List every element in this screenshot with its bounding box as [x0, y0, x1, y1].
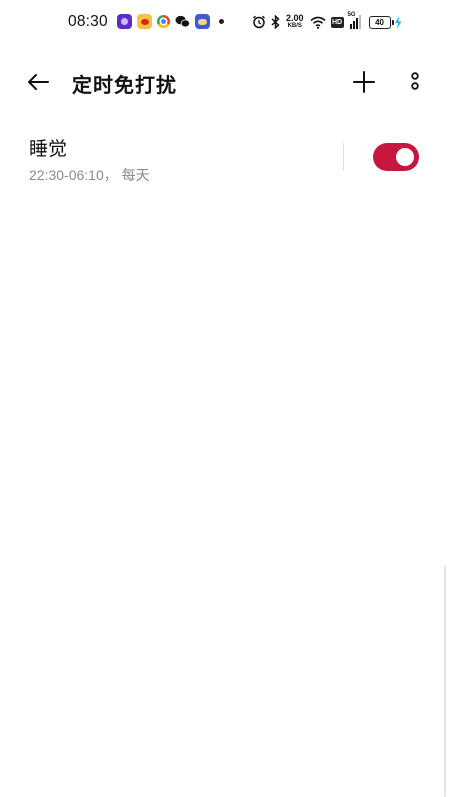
plus-icon: [353, 71, 375, 93]
notification-icons: [117, 14, 228, 29]
status-time: 08:30: [68, 13, 108, 30]
scrollbar[interactable]: [444, 565, 446, 797]
network-type-label: 5G: [347, 12, 356, 18]
network-speed: 2.00 KB/S: [286, 14, 304, 30]
system-icons: 2.00 KB/S HD 5G 40: [252, 12, 402, 32]
charging-bolt-icon: [394, 15, 402, 29]
bluetooth-icon: [271, 15, 280, 29]
row-divider: [343, 143, 344, 171]
back-arrow-icon: [28, 74, 49, 90]
status-bar: 08:30 2.00 KB/S HD 5G 40: [0, 0, 451, 46]
weibo-icon: [137, 14, 152, 29]
back-button[interactable]: [22, 68, 54, 96]
schedule-rule-item[interactable]: 睡觉 22:30-06:10， 每天: [0, 124, 451, 192]
weather-icon: [195, 14, 210, 29]
alarm-icon: [252, 15, 266, 29]
toggle-knob: [396, 148, 414, 166]
chrome-icon: [157, 15, 170, 28]
app-header: 定时免打扰: [0, 58, 451, 106]
battery-level: 40: [368, 15, 391, 29]
more-options-button[interactable]: [403, 67, 427, 97]
more-vertical-icon: [411, 72, 419, 90]
wechat-icon: [175, 14, 190, 29]
battery-icon: 40: [368, 15, 402, 29]
cellular-signal-icon: 5G: [347, 12, 361, 29]
network-speed-value: 2.00: [286, 13, 304, 23]
rule-enabled-toggle[interactable]: [373, 143, 419, 171]
more-notifications-dot-icon: [219, 19, 224, 24]
hd-voice-icon: HD: [330, 16, 344, 28]
page-title: 定时免打扰: [72, 73, 177, 97]
network-speed-unit: KB/S: [287, 23, 302, 29]
add-rule-button[interactable]: [349, 67, 379, 97]
rule-schedule: 22:30-06:10， 每天: [29, 167, 150, 183]
rule-name: 睡觉: [29, 138, 68, 160]
wifi-icon: [310, 16, 326, 29]
notes-icon: [117, 14, 132, 29]
